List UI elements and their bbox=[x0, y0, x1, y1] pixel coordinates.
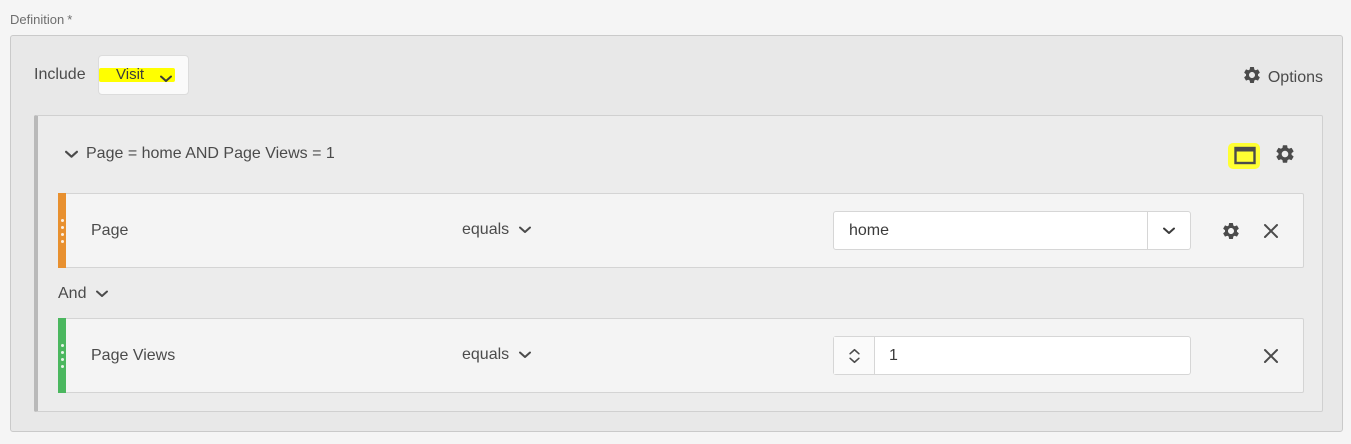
operator-dropdown[interactable]: equals bbox=[462, 221, 532, 239]
chevron-down-icon[interactable] bbox=[65, 150, 78, 159]
segment-container: Page = home AND Page Views = 1 Page equa… bbox=[34, 115, 1323, 412]
operator-dropdown[interactable]: equals bbox=[462, 346, 532, 364]
operator-label: equals bbox=[462, 221, 510, 238]
logic-operator-label: And bbox=[58, 285, 87, 302]
number-input[interactable] bbox=[875, 337, 1190, 374]
rule-dimension: Page bbox=[91, 222, 129, 239]
segment-definition-panel: Include Visit Options Page = home AND Pa… bbox=[10, 35, 1343, 432]
stepper-up-icon[interactable] bbox=[848, 348, 860, 355]
value-input[interactable] bbox=[834, 212, 1147, 249]
drag-handle[interactable] bbox=[61, 219, 65, 243]
scope-dropdown-value: Visit bbox=[116, 66, 145, 83]
value-dropdown-button[interactable] bbox=[1147, 212, 1190, 249]
number-field bbox=[833, 336, 1191, 375]
definition-label-text: Definition bbox=[10, 12, 65, 27]
container-title: Page = home AND Page Views = 1 bbox=[86, 145, 335, 162]
options-button[interactable]: Options bbox=[1242, 65, 1323, 90]
operator-label: equals bbox=[462, 346, 510, 363]
close-icon[interactable] bbox=[1262, 222, 1280, 245]
stepper bbox=[834, 337, 875, 374]
container-window-button[interactable] bbox=[1228, 143, 1262, 169]
chevron-down-icon bbox=[96, 285, 109, 303]
rule-dimension: Page Views bbox=[91, 347, 176, 364]
drag-handle[interactable] bbox=[61, 344, 65, 368]
scope-dropdown[interactable]: Visit bbox=[98, 55, 189, 95]
stepper-down-icon[interactable] bbox=[848, 357, 860, 364]
definition-label: Definition * bbox=[10, 12, 72, 27]
gear-icon[interactable] bbox=[1221, 221, 1241, 246]
container-header: Page = home AND Page Views = 1 bbox=[65, 145, 335, 163]
options-label: Options bbox=[1267, 68, 1323, 86]
value-combobox bbox=[833, 211, 1191, 250]
gear-icon[interactable] bbox=[1274, 143, 1296, 170]
rule-row: Page Views equals bbox=[58, 318, 1304, 393]
logic-operator-dropdown[interactable]: And bbox=[58, 285, 109, 303]
chevron-down-icon bbox=[519, 346, 532, 364]
gear-icon bbox=[1242, 65, 1262, 90]
chevron-down-icon bbox=[1163, 222, 1175, 240]
required-mark: * bbox=[67, 12, 73, 27]
chevron-down-icon bbox=[519, 221, 532, 239]
rule-row: Page equals bbox=[58, 193, 1304, 268]
include-label: Include bbox=[34, 66, 86, 83]
chevron-down-icon bbox=[160, 70, 172, 88]
close-icon[interactable] bbox=[1262, 347, 1280, 370]
